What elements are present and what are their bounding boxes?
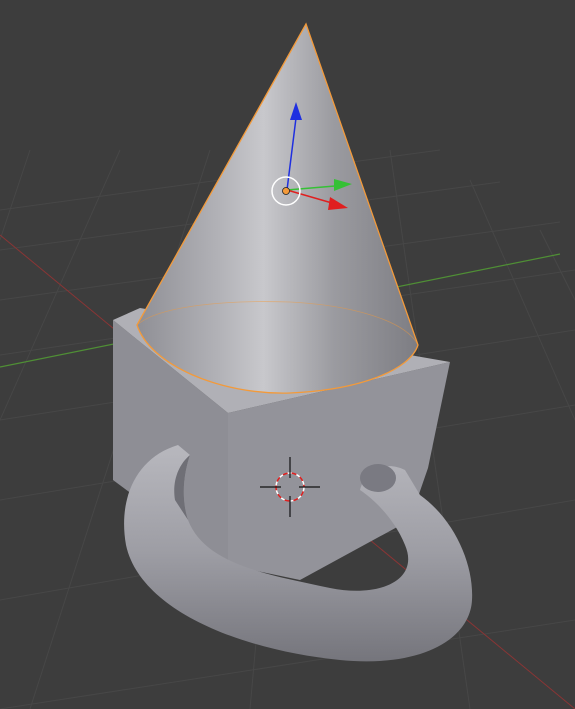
3d-viewport[interactable] [0, 0, 575, 709]
viewport-canvas[interactable] [0, 0, 575, 709]
object-origin-icon [282, 187, 290, 195]
torus-cut-right [360, 464, 396, 492]
